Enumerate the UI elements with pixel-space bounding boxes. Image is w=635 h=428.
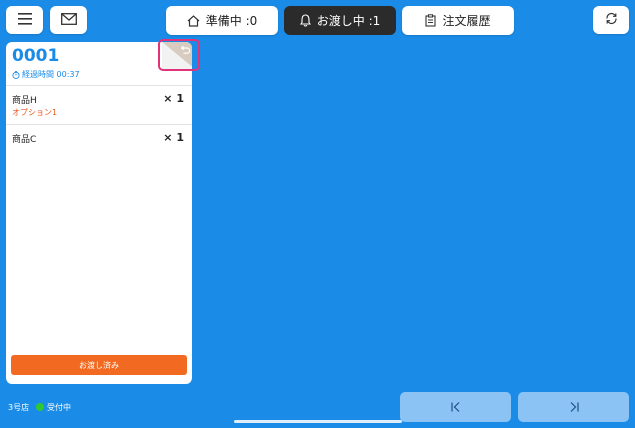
home-indicator bbox=[234, 420, 402, 423]
elapsed-time-label: 経過時間 00:37 bbox=[22, 70, 80, 79]
refresh-icon bbox=[605, 12, 618, 28]
undo-highlight bbox=[158, 39, 200, 71]
bell-icon bbox=[299, 14, 311, 27]
item-option: オプション1 bbox=[12, 108, 58, 117]
status-indicator bbox=[36, 403, 44, 411]
clipboard-icon bbox=[425, 14, 437, 27]
hamburger-menu-icon bbox=[17, 12, 32, 28]
order-card: 0001 経過時間 00:37 商品H × 1 オプション1 商品C × 1 お… bbox=[6, 42, 192, 384]
tab-handing-over[interactable]: お渡し中 :1 bbox=[284, 6, 396, 35]
tab-handing-over-label: お渡し中 :1 bbox=[316, 14, 381, 28]
order-number: 0001 bbox=[12, 46, 60, 66]
refresh-button[interactable] bbox=[593, 6, 629, 34]
item-name: 商品C bbox=[12, 135, 37, 145]
tab-preparing[interactable]: 準備中 :0 bbox=[166, 6, 278, 35]
item-name: 商品H bbox=[12, 96, 37, 106]
store-name: 3号店 bbox=[8, 403, 30, 412]
last-page-button[interactable] bbox=[518, 392, 629, 422]
first-page-icon bbox=[450, 398, 462, 417]
menu-button[interactable] bbox=[6, 6, 43, 34]
tab-preparing-label: 準備中 :0 bbox=[205, 14, 258, 28]
mail-button[interactable] bbox=[50, 6, 87, 34]
item-quantity: × 1 bbox=[163, 131, 184, 144]
timer-icon bbox=[12, 70, 20, 79]
tab-order-history[interactable]: 注文履歴 bbox=[402, 6, 514, 35]
handed-over-button[interactable]: お渡し済み bbox=[11, 355, 187, 375]
envelope-icon bbox=[60, 12, 77, 28]
elapsed-time: 経過時間 00:37 bbox=[12, 69, 80, 80]
tab-order-history-label: 注文履歴 bbox=[442, 14, 491, 28]
item-quantity: × 1 bbox=[163, 92, 184, 105]
home-icon bbox=[187, 14, 200, 27]
last-page-icon bbox=[568, 398, 580, 417]
first-page-button[interactable] bbox=[400, 392, 511, 422]
divider bbox=[6, 85, 192, 86]
status-label: 受付中 bbox=[47, 403, 71, 412]
divider bbox=[6, 124, 192, 125]
